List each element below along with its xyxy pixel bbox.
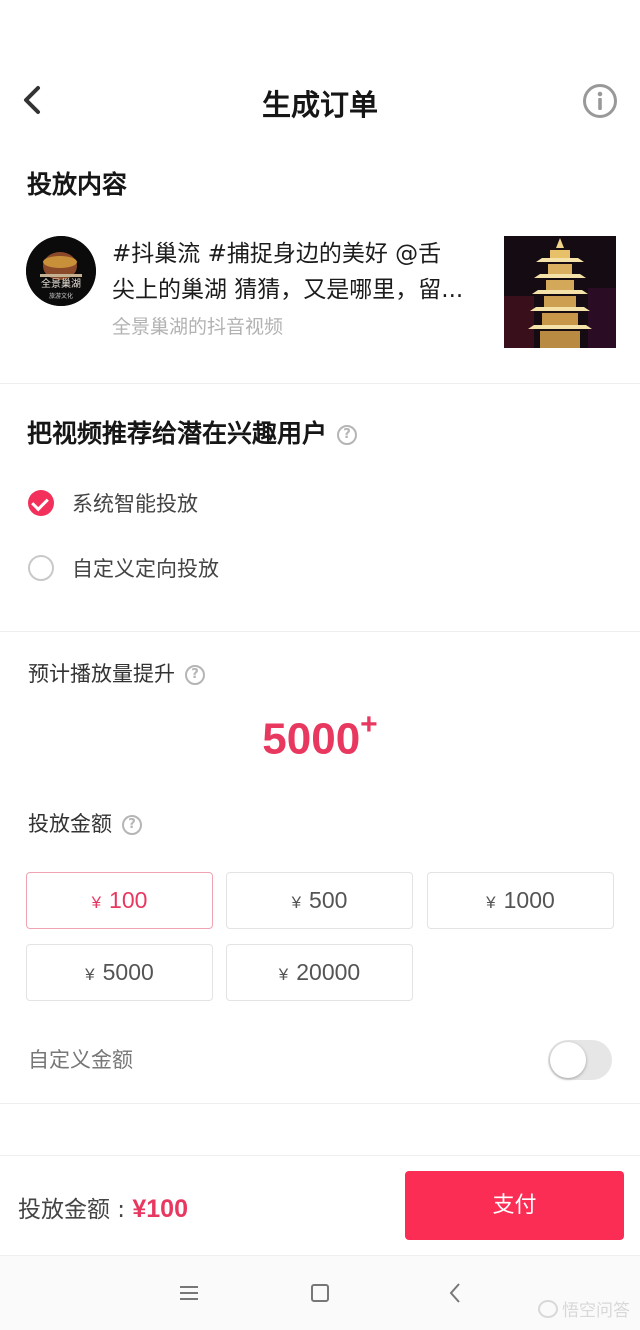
info-button[interactable] <box>582 83 618 119</box>
wukong-logo-icon <box>538 1299 558 1318</box>
info-icon <box>583 84 617 118</box>
total-label: 投放金额 : <box>18 1197 133 1223</box>
amount-value: 20000 <box>296 959 361 985</box>
divider <box>0 631 640 632</box>
divider <box>0 1103 640 1104</box>
video-description: #抖巢流 #捕捉身边的美好 @舌 尖上的巢湖 猜猜，又是哪里，留... <box>112 236 482 308</box>
recommend-section-label: 把视频推荐给潜在兴趣用户 <box>27 419 328 448</box>
pay-button[interactable]: 支付 <box>405 1171 624 1240</box>
pagoda-thumbnail-image <box>504 236 616 348</box>
channel-logo-icon: 全景巢湖 旅游文化 <box>26 236 96 306</box>
watermark: 悟空问答 <box>538 1296 630 1321</box>
radio-unchecked-icon <box>28 555 54 581</box>
square-icon <box>311 1284 329 1302</box>
bottom-bar: 投放金额 : ¥100 支付 <box>0 1155 640 1255</box>
avatar: 全景巢湖 旅游文化 <box>26 236 96 306</box>
radio-checked-icon <box>28 490 54 516</box>
video-description-line2: 尖上的巢湖 猜猜，又是哪里，留... <box>112 277 464 303</box>
help-icon[interactable]: ? <box>185 665 205 685</box>
video-card[interactable]: 全景巢湖 旅游文化 #抖巢流 #捕捉身边的美好 @舌 尖上的巢湖 猜猜，又是哪里… <box>26 236 616 348</box>
page-title: 生成订单 <box>261 88 378 122</box>
avatar-text: 全景巢湖 <box>41 277 81 290</box>
avatar-subtext: 旅游文化 <box>49 292 73 300</box>
amount-value: 1000 <box>503 887 555 913</box>
custom-amount-toggle[interactable] <box>548 1040 612 1080</box>
currency-symbol: ¥ <box>278 965 289 984</box>
total-value: ¥100 <box>132 1195 188 1223</box>
option-custom-targeting-label: 自定义定向投放 <box>72 557 219 581</box>
amount-option-100[interactable]: ¥100 <box>26 872 213 929</box>
amount-option-500[interactable]: ¥500 <box>226 872 413 929</box>
amount-label-row: 投放金额? <box>28 808 142 838</box>
menu-button[interactable] <box>174 1278 204 1308</box>
currency-symbol: ¥ <box>85 965 95 984</box>
help-icon[interactable]: ? <box>122 815 142 835</box>
video-source: 全景巢湖的抖音视频 <box>112 316 284 338</box>
amount-option-1000[interactable]: ¥1000 <box>427 872 614 929</box>
chevron-left-icon <box>449 1283 460 1303</box>
option-custom-targeting[interactable]: 自定义定向投放 <box>28 548 219 588</box>
amount-value: 500 <box>309 887 348 913</box>
currency-symbol: ¥ <box>291 893 302 912</box>
total-amount: 投放金额 : ¥100 <box>18 1190 188 1224</box>
estimate-label: 预计播放量提升 <box>28 662 175 686</box>
amount-option-20000[interactable]: ¥20000 <box>226 944 413 1001</box>
divider <box>0 383 640 384</box>
amount-label: 投放金额 <box>28 812 112 836</box>
amount-value: 100 <box>109 887 148 913</box>
content-section-title: 投放内容 <box>27 170 128 199</box>
option-smart-delivery[interactable]: 系统智能投放 <box>28 483 198 523</box>
system-back-button[interactable] <box>440 1278 470 1308</box>
estimate-label-row: 预计播放量提升? <box>28 658 205 688</box>
custom-amount-label: 自定义金额 <box>28 1048 133 1072</box>
home-button[interactable] <box>305 1278 335 1308</box>
recommend-section-title: 把视频推荐给潜在兴趣用户? <box>27 414 358 450</box>
currency-symbol: ¥ <box>91 893 102 912</box>
currency-symbol: ¥ <box>486 893 496 912</box>
menu-icon <box>180 1286 198 1300</box>
option-smart-delivery-label: 系统智能投放 <box>72 492 198 516</box>
system-navbar: 悟空问答 <box>0 1255 640 1330</box>
header: 生成订单 <box>0 60 640 140</box>
estimate-suffix: + <box>360 708 378 741</box>
amount-value: 5000 <box>102 959 154 985</box>
estimate-value: 5000+ <box>0 708 640 765</box>
toggle-knob <box>550 1042 586 1078</box>
amount-option-5000[interactable]: ¥5000 <box>26 944 213 1001</box>
estimate-number: 5000 <box>262 714 361 764</box>
video-thumbnail[interactable] <box>504 236 616 348</box>
video-description-line1: #抖巢流 #捕捉身边的美好 @舌 <box>112 241 442 267</box>
help-icon[interactable]: ? <box>337 425 358 445</box>
watermark-text: 悟空问答 <box>562 1301 630 1321</box>
